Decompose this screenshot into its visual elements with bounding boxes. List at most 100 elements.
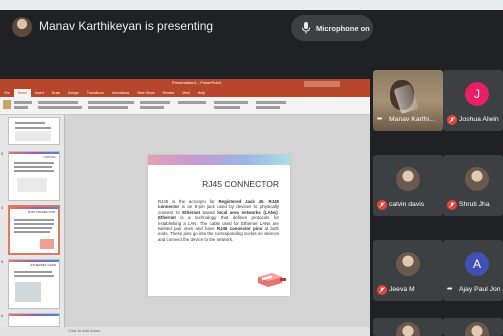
shared-screen-powerpoint: Presentation1 - PowerPoint Search FileHo… (0, 79, 370, 336)
thumb-title: ETHERNET CARD (30, 263, 56, 267)
slide-number: 4 (1, 205, 4, 210)
ribbon-control[interactable] (256, 101, 286, 104)
ribbon-control[interactable] (214, 106, 240, 109)
participant-tile[interactable]: J Joshua Alwin (443, 70, 503, 131)
ribbon-control[interactable] (14, 101, 32, 104)
thumb-line (14, 231, 50, 233)
participant-name: Shruti Jha (459, 201, 490, 208)
pane-splitter[interactable] (64, 115, 65, 327)
participant-avatar: A (465, 252, 489, 276)
thumb-line (14, 271, 52, 273)
ribbon-control[interactable] (140, 106, 164, 109)
slide-thumbnail[interactable]: LISTOOL (8, 151, 60, 201)
more-options-icon[interactable]: ••• (377, 116, 382, 123)
participant-tile[interactable]: A ••• Ajay Paul Jon (443, 240, 503, 301)
participant-tile[interactable]: calvin davis (373, 155, 443, 216)
slide-body: RJ45 is the acronym for Registered Jack … (158, 199, 279, 242)
participant-name: Ajay Paul Jon (459, 286, 501, 293)
participant-tile[interactable]: ••• Manav Karthi... (373, 70, 443, 131)
ppt-tab-file[interactable]: File (0, 89, 14, 97)
ribbon-control[interactable] (88, 106, 128, 109)
mic-off-icon (377, 285, 387, 295)
thumb-line (14, 166, 52, 168)
participant-avatar (465, 322, 489, 336)
slide-number: 5 (1, 259, 4, 264)
participant-name: Manav Karthi... (389, 116, 435, 123)
thumb-line (14, 223, 54, 225)
thumb-band (9, 314, 59, 316)
ribbon-control[interactable] (38, 101, 78, 104)
ppt-tab-help[interactable]: Help (194, 89, 209, 97)
slide-body-segment: local area networks (LANs) (217, 209, 278, 215)
ppt-tab-design[interactable]: Design (64, 89, 83, 97)
slide-body-segment: Ethernet (158, 215, 176, 221)
thumb-title: RJ45 CONNECTOR (27, 210, 55, 214)
ppt-tab-draw[interactable]: Draw (48, 89, 64, 97)
participant-name: Jeeva M (389, 286, 415, 293)
ppt-search-box[interactable]: Search (304, 81, 340, 95)
ppt-ribbon-tabs: File Home Insert Draw Design Transitions Anima… (0, 89, 370, 97)
participant-tile[interactable]: Jeeva M (373, 240, 443, 301)
slide-body-segment: based (200, 209, 218, 215)
participant-tile[interactable] (373, 318, 443, 336)
mic-off-icon (377, 200, 387, 210)
microphone-icon (302, 22, 310, 34)
mic-off-icon (447, 200, 457, 210)
thumb-line (14, 162, 54, 164)
thumb-image (17, 178, 47, 192)
thumb-line (14, 275, 54, 277)
participant-avatar (396, 252, 420, 276)
slide-thumbnail[interactable]: ETHERNET CARD (8, 259, 60, 309)
slide-body-segment: RJ45 connector pins (216, 226, 263, 232)
thumb-line (14, 170, 54, 172)
ribbon-control[interactable] (38, 106, 82, 109)
slide-thumbnail-selected[interactable]: RJ45 CONNECTOR (8, 205, 60, 255)
presenter-avatar (12, 17, 32, 37)
top-strip (0, 0, 503, 10)
participant-avatar: J (465, 82, 489, 106)
slide-number: 3 (1, 151, 4, 156)
ribbon-control[interactable] (140, 101, 170, 104)
ppt-tab-slide-show[interactable]: Slide Show (133, 89, 159, 97)
participant-avatar (396, 322, 420, 336)
presenting-text: Manav Karthikeyan is presenting (39, 19, 214, 33)
slide-thumbnail[interactable] (8, 117, 60, 145)
slide-number: 6 (1, 313, 4, 318)
current-slide: RJ45 CONNECTOR RJ45 is the acronym for R… (148, 155, 290, 296)
ribbon-control[interactable] (14, 106, 28, 109)
slide-thumbnail[interactable] (8, 313, 60, 327)
participant-name: calvin davis (389, 201, 425, 208)
more-options-icon[interactable]: ••• (447, 286, 452, 293)
slide-body-segment: RJ45 is the acronym for (158, 199, 219, 204)
thumb-image (15, 282, 41, 302)
ppt-tab-insert[interactable]: Insert (31, 89, 48, 97)
participant-avatar (396, 167, 420, 191)
ppt-tab-animations[interactable]: Animations (108, 89, 133, 97)
ribbon-control[interactable] (214, 101, 248, 104)
participant-initial: A (465, 252, 489, 276)
participant-tile[interactable]: Shruti Jha (443, 155, 503, 216)
ppt-tab-review[interactable]: Review (159, 89, 178, 97)
slide-body-segment: Ethernet (182, 209, 201, 215)
ribbon-control[interactable] (88, 101, 134, 104)
thumb-line (15, 122, 45, 124)
ribbon-control[interactable] (178, 101, 206, 104)
participant-tile[interactable] (443, 318, 503, 336)
ribbon-control[interactable] (256, 106, 280, 109)
ppt-tab-view[interactable]: View (178, 89, 194, 97)
rj45-connector-image (258, 273, 286, 287)
ppt-tab-home[interactable]: Home (13, 89, 31, 97)
paste-icon[interactable] (3, 100, 11, 109)
slide-title: RJ45 CONNECTOR (202, 179, 279, 189)
thumb-title: LISTOOL (43, 155, 56, 159)
slide-body-segment: . (277, 209, 279, 215)
thumb-line (14, 219, 54, 221)
participant-name: Joshua Alwin (459, 116, 499, 123)
notes-placeholder[interactable]: Click to add notes (68, 328, 100, 333)
microphone-toggle-button[interactable]: Microphone on (291, 15, 373, 41)
meet-header: Manav Karthikeyan is presenting Micropho… (0, 10, 503, 46)
thumb-band (10, 207, 58, 209)
ppt-titlebar: Presentation1 - PowerPoint Search (0, 79, 370, 95)
thumb-table (15, 131, 51, 141)
ppt-tab-transitions[interactable]: Transitions (83, 89, 108, 97)
